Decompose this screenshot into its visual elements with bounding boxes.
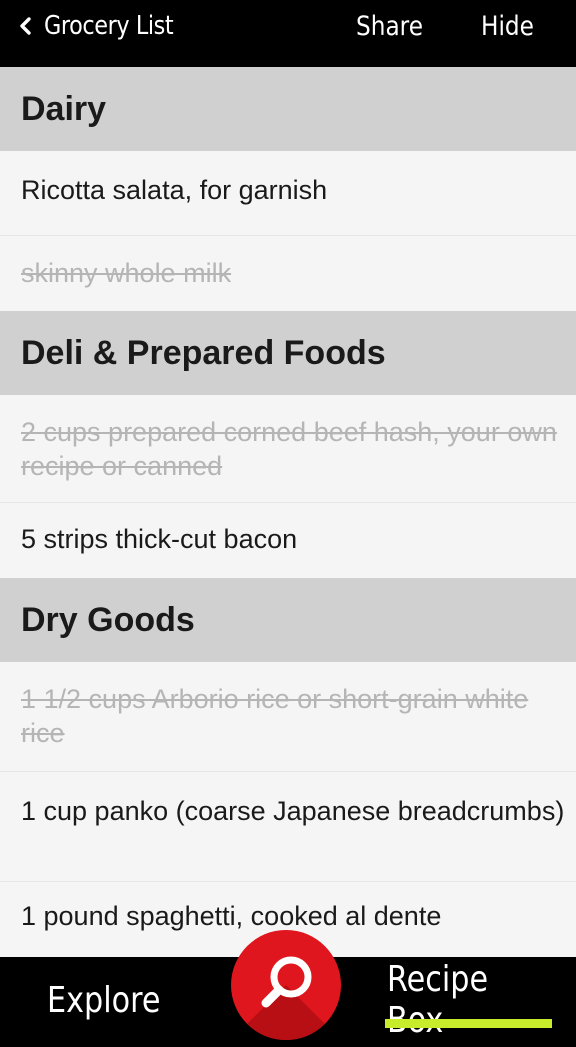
active-tab-indicator [385,1019,552,1028]
list-item[interactable]: 5 strips thick-cut bacon [0,503,576,578]
section-header-dairy: Dairy [0,67,576,151]
item-text: 2 cups prepared corned beef hash, your o… [21,417,557,481]
back-label: Grocery List [44,11,174,41]
list-item-checked[interactable]: 2 cups prepared corned beef hash, your o… [0,395,576,503]
tab-recipe-box[interactable]: Recipe Box [387,957,546,1043]
item-text: 1 1/2 cups Arborio rice or short-grain w… [21,684,529,748]
list-item[interactable]: 1 cup panko (coarse Japanese breadcrumbs… [0,772,576,882]
magnifier-icon [261,956,312,1008]
list-item-checked[interactable]: 1 1/2 cups Arborio rice or short-grain w… [0,662,576,772]
back-button[interactable]: Grocery List [12,0,194,52]
section-title: Dry Goods [21,600,195,639]
tab-explore[interactable]: Explore [47,957,160,1043]
search-button[interactable] [231,930,341,1040]
section-header-deli: Deli & Prepared Foods [0,311,576,395]
list-item-checked[interactable]: skinny whole milk [0,236,576,311]
section-header-dry-goods: Dry Goods [0,578,576,662]
item-text: Ricotta salata, for garnish [21,175,328,205]
item-text: 1 pound spaghetti, cooked al dente [21,901,442,931]
top-nav-bar: Grocery List Share Hide [0,0,576,67]
section-title: Dairy [21,89,107,128]
section-title: Deli & Prepared Foods [21,333,386,372]
share-button[interactable]: Share [356,0,423,52]
item-text: 5 strips thick-cut bacon [21,524,298,554]
chevron-left-icon [12,13,38,39]
item-text: 1 cup panko (coarse Japanese breadcrumbs… [21,796,565,826]
item-text: skinny whole milk [21,258,232,288]
grocery-list-screen: Grocery List Share Hide Dairy Ricotta sa… [0,0,576,1047]
hide-button[interactable]: Hide [481,0,534,52]
list-item[interactable]: Ricotta salata, for garnish [0,159,576,236]
